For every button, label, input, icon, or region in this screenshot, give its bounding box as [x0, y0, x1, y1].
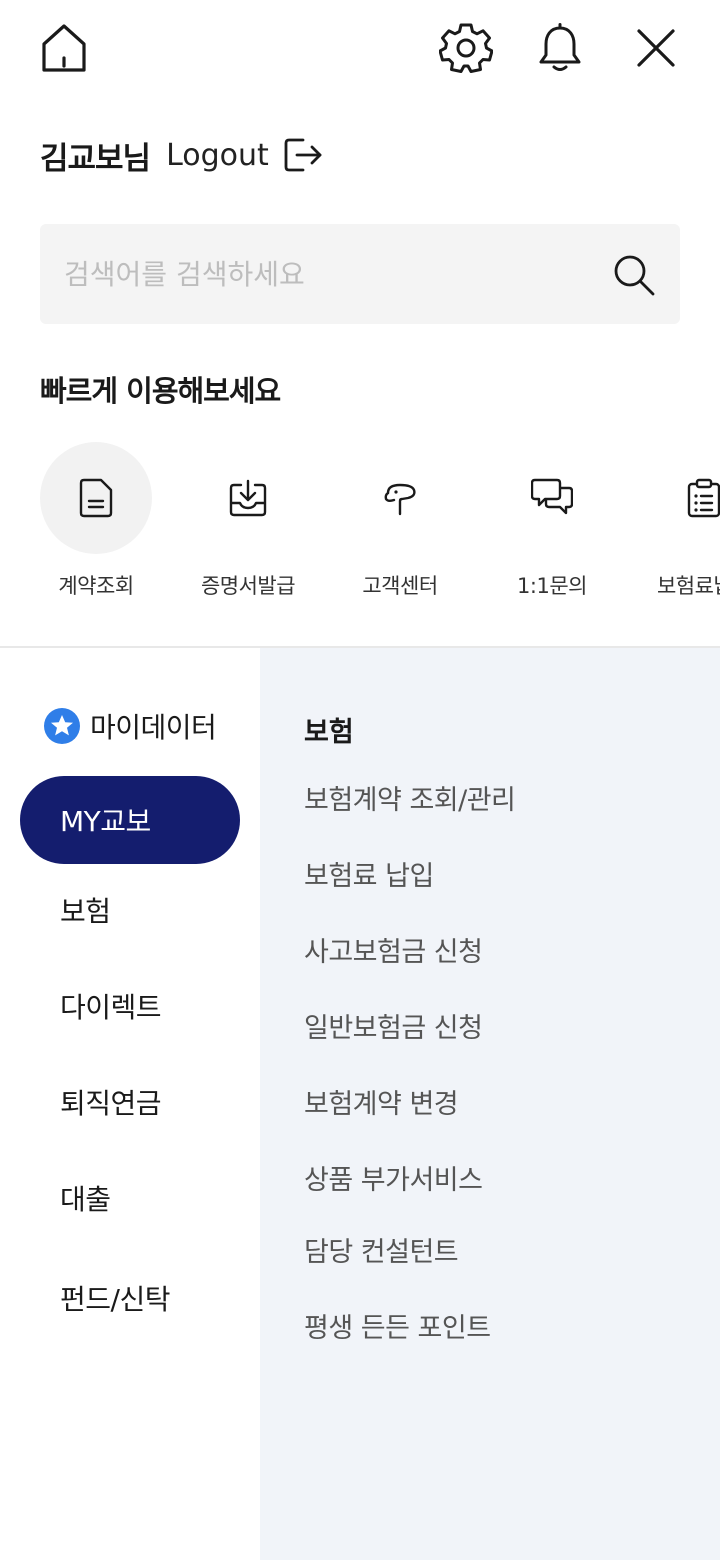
bell-icon: [539, 23, 581, 71]
submenu-item[interactable]: 보험계약 조회/관리: [304, 778, 516, 817]
submenu-item[interactable]: 담당 컨설턴트: [304, 1230, 459, 1269]
settings-button[interactable]: [436, 20, 496, 76]
nav-item-direct[interactable]: 다이렉트: [20, 962, 240, 1050]
clipboard-list-icon: [687, 478, 720, 518]
nav-item-fund-trust[interactable]: 펀드/신탁: [20, 1254, 240, 1342]
star-badge-icon: [44, 708, 80, 744]
nav-item-label: 펀드/신탁: [60, 1283, 170, 1316]
document-icon: [79, 478, 113, 518]
top-bar: [0, 0, 720, 100]
close-button[interactable]: [628, 20, 684, 76]
download-tray-icon: [229, 479, 267, 517]
search-button[interactable]: [604, 245, 664, 305]
nav-item-loan[interactable]: 대출: [20, 1154, 240, 1242]
submenu-item[interactable]: 보험료 납입: [304, 854, 434, 893]
user-name: 김교보님: [40, 140, 151, 177]
logout-button[interactable]: Logout: [166, 136, 323, 174]
headset-icon: [384, 483, 416, 516]
chat-bubbles-icon: [531, 478, 573, 515]
quick-icon-circle: [648, 442, 720, 554]
nav-item-pension[interactable]: 퇴직연금: [20, 1058, 240, 1146]
submenu-item[interactable]: 평생 든든 포인트: [304, 1306, 491, 1345]
nav-item-label: MY교보: [60, 805, 151, 838]
quick-item-label: 1:1문의: [517, 574, 587, 598]
quick-icon-circle: [40, 442, 152, 554]
nav-item-insurance[interactable]: 보험: [20, 866, 240, 954]
quick-item-label: 증명서발급: [200, 574, 296, 598]
nav-item-label: 다이렉트: [60, 991, 162, 1024]
quick-icon-circle: [192, 442, 304, 554]
nav-item-my-kyobo[interactable]: MY교보: [20, 776, 240, 864]
quick-item-label: 계약조회: [58, 574, 134, 598]
close-icon: [637, 29, 675, 67]
quick-item-certificate[interactable]: 증명서발급: [172, 442, 324, 600]
user-row: 김교보님 Logout: [40, 130, 323, 180]
quick-item-premium-payment[interactable]: 보험료납입: [628, 442, 720, 600]
quick-icon-circle: [496, 442, 608, 554]
submenu-item[interactable]: 보험계약 변경: [304, 1082, 459, 1121]
quick-access-title: 빠르게 이용해보세요: [40, 374, 281, 408]
submenu-item[interactable]: 일반보험금 신청: [304, 1006, 483, 1045]
search-icon: [614, 255, 655, 296]
nav-item-label: 보험: [60, 895, 111, 928]
nav-item-label: 퇴직연금: [60, 1087, 162, 1120]
mydata-link[interactable]: 마이데이터: [44, 706, 217, 746]
gear-icon: [439, 23, 493, 73]
quick-item-inquiry[interactable]: 1:1문의: [476, 442, 628, 600]
submenu-item[interactable]: 사고보험금 신청: [304, 930, 483, 969]
quick-item-label: 고객센터: [362, 574, 438, 598]
quick-item-label: 보험료납입: [656, 574, 720, 598]
logout-icon: [284, 138, 322, 172]
search-box: [40, 224, 680, 324]
mydata-label: 마이데이터: [90, 711, 217, 744]
quick-item-customer-center[interactable]: 고객센터: [324, 442, 476, 600]
notifications-button[interactable]: [532, 20, 588, 76]
quick-icon-circle: [344, 442, 456, 554]
submenu-item[interactable]: 상품 부가서비스: [304, 1158, 483, 1197]
home-button[interactable]: [36, 20, 92, 76]
logout-label: Logout: [166, 137, 269, 173]
search-input[interactable]: [64, 224, 604, 324]
quick-item-contract-inquiry[interactable]: 계약조회: [20, 442, 172, 600]
home-icon: [42, 24, 86, 72]
submenu-title: 보험: [304, 717, 354, 748]
nav-item-label: 대출: [60, 1183, 111, 1216]
